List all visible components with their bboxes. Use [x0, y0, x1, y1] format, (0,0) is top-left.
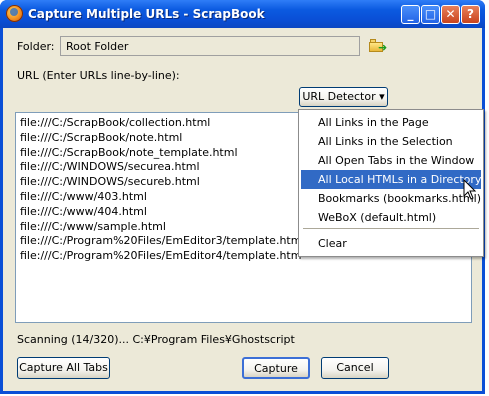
menu-item-clear[interactable]: Clear [301, 234, 481, 253]
url-label: URL (Enter URLs line-by-line): [17, 69, 180, 82]
capture-all-tabs-button[interactable]: Capture All Tabs [17, 357, 110, 379]
folder-label: Folder: [17, 40, 55, 53]
mouse-pointer-icon [463, 179, 477, 200]
maximize-button[interactable]: □ [421, 5, 440, 24]
url-detector-button[interactable]: URL Detector ▾ [299, 87, 388, 107]
menu-item-open-tabs[interactable]: All Open Tabs in the Window [301, 151, 481, 170]
folder-field[interactable]: Root Folder [60, 36, 360, 56]
minimize-button[interactable]: _ [401, 5, 420, 24]
arrow-right-icon: ➜ [378, 41, 388, 54]
menu-item-webox[interactable]: WeBoX (default.html) [301, 208, 481, 227]
folder-picker-icon[interactable]: ➜ [369, 39, 388, 54]
menu-item-local-htmls[interactable]: All Local HTMLs in a Directory [301, 170, 481, 189]
menu-item-bookmarks[interactable]: Bookmarks (bookmarks.html) [301, 189, 481, 208]
menu-item-links-in-page[interactable]: All Links in the Page [301, 113, 481, 132]
capture-button[interactable]: Capture [242, 357, 310, 379]
close-button[interactable]: ✕ [441, 5, 460, 24]
title-bar[interactable]: Capture Multiple URLs - ScrapBook _ □ ✕ … [0, 0, 485, 28]
help-button[interactable]: ? [461, 5, 480, 24]
menu-item-links-in-selection[interactable]: All Links in the Selection [301, 132, 481, 151]
url-detector-menu: All Links in the Page All Links in the S… [298, 109, 484, 257]
status-text: Scanning (14/320)... C:¥Program Files¥Gh… [17, 333, 295, 346]
cancel-button[interactable]: Cancel [321, 357, 389, 379]
window-title: Capture Multiple URLs - ScrapBook [28, 7, 265, 21]
menu-separator [303, 228, 479, 229]
firefox-icon [6, 5, 23, 22]
